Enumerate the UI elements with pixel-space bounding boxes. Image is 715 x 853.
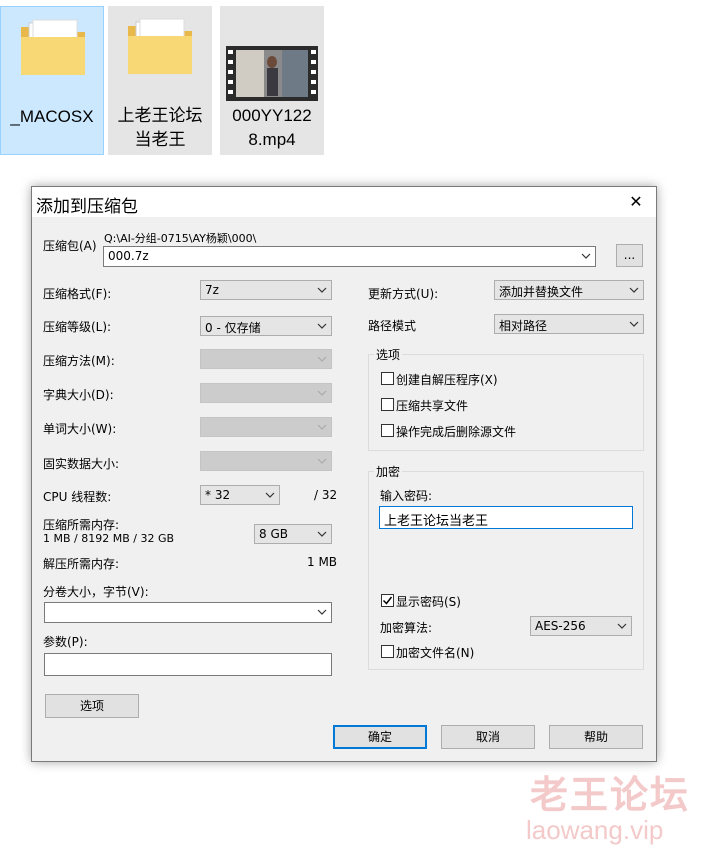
help-button[interactable]: 帮助	[549, 725, 643, 749]
enc-method-select[interactable]: AES-256	[530, 616, 632, 636]
options-group-title: 选项	[374, 346, 403, 363]
mem-compress-detail: 1 MB / 8192 MB / 32 GB	[43, 532, 175, 545]
add-to-archive-dialog: 添加到压缩包 ✕ 压缩包(A) Q:\AI-分组-0715\AY杨颖\000\ …	[31, 186, 657, 762]
format-value: 7z	[205, 283, 219, 297]
chevron-down-icon	[629, 321, 639, 327]
update-value: 添加并替换文件	[499, 285, 584, 299]
shared-checkbox[interactable]	[381, 398, 394, 411]
cpu-select[interactable]: * 32	[200, 485, 280, 505]
dict-label: 字典大小(D):	[43, 388, 114, 402]
file-name: _MACOSX	[10, 107, 94, 126]
video-thumbnail-icon	[226, 46, 318, 101]
mem-select[interactable]: 8 GB	[254, 524, 332, 544]
chevron-down-icon	[317, 609, 327, 615]
browse-button[interactable]: ...	[616, 244, 643, 267]
chevron-down-icon	[317, 458, 327, 464]
mem-value: 8 GB	[259, 527, 288, 541]
delete-label: 操作完成后删除源文件	[396, 425, 517, 439]
encrypt-names-checkbox[interactable]	[381, 645, 394, 658]
encryption-group-title: 加密	[374, 463, 403, 480]
folder-icon	[128, 18, 192, 74]
path-mode-select[interactable]: 相对路径	[494, 314, 644, 334]
password-input[interactable]: 上老王论坛当老王	[379, 506, 633, 529]
cpu-value: * 32	[205, 488, 231, 502]
level-value: 0 - 仅存储	[205, 321, 261, 335]
shared-label: 压缩共享文件	[396, 399, 469, 413]
level-label: 压缩等级(L):	[43, 320, 112, 334]
checkmark-icon	[382, 596, 393, 605]
chevron-down-icon	[317, 287, 327, 293]
dialog-title: 添加到压缩包	[36, 197, 138, 217]
watermark-text: 老王论坛	[530, 773, 691, 817]
cpu-label: CPU 线程数:	[43, 490, 112, 504]
word-select	[200, 417, 332, 437]
word-label: 单词大小(W):	[43, 422, 117, 436]
format-label: 压缩格式(F):	[43, 287, 112, 301]
enc-method-value: AES-256	[535, 619, 586, 633]
file-name: 000YY1228.mp4	[232, 106, 312, 149]
sfx-label: 创建自解压程序(X)	[396, 373, 498, 387]
cancel-button[interactable]: 取消	[441, 725, 535, 749]
level-select[interactable]: 0 - 仅存储	[200, 316, 332, 336]
ok-button[interactable]: 确定	[333, 725, 427, 749]
chevron-down-icon	[617, 623, 627, 629]
chevron-down-icon	[581, 253, 591, 259]
update-label: 更新方式(U):	[368, 287, 439, 301]
archive-path: Q:\AI-分组-0715\AY杨颖\000\	[104, 232, 257, 245]
options-button[interactable]: 选项	[45, 694, 139, 718]
archive-name-combo[interactable]: 000.7z	[103, 246, 596, 267]
show-password-checkbox[interactable]	[381, 594, 394, 607]
chevron-down-icon	[317, 424, 327, 430]
close-button[interactable]: ✕	[616, 187, 656, 217]
volume-label: 分卷大小，字节(V):	[43, 585, 149, 599]
format-select[interactable]: 7z	[200, 280, 332, 300]
mem-compress-label: 压缩所需内存:	[43, 518, 120, 532]
enc-method-label: 加密算法:	[380, 621, 433, 635]
file-folder[interactable]: 上老王论坛当老王	[108, 6, 212, 155]
password-label: 输入密码:	[380, 489, 433, 503]
chevron-down-icon	[265, 492, 275, 498]
method-select	[200, 349, 332, 369]
chevron-down-icon	[317, 323, 327, 329]
sfx-checkbox[interactable]	[381, 372, 394, 385]
update-select[interactable]: 添加并替换文件	[494, 280, 644, 300]
watermark-url: laowang.vip	[526, 815, 664, 845]
solid-select	[200, 451, 332, 471]
delete-checkbox[interactable]	[381, 424, 394, 437]
folder-icon	[21, 19, 85, 75]
show-password-label: 显示密码(S)	[396, 595, 461, 609]
params-label: 参数(P):	[43, 635, 88, 649]
solid-label: 固实数据大小:	[43, 457, 120, 471]
method-label: 压缩方法(M):	[43, 354, 115, 368]
path-mode-label: 路径模式	[368, 319, 417, 333]
chevron-down-icon	[317, 390, 327, 396]
archive-name-value: 000.7z	[108, 249, 149, 263]
archive-label: 压缩包(A)	[43, 239, 97, 253]
chevron-down-icon	[317, 531, 327, 537]
params-input[interactable]	[44, 653, 332, 676]
chevron-down-icon	[629, 287, 639, 293]
encrypt-names-label: 加密文件名(N)	[396, 646, 475, 660]
cpu-max: / 32	[314, 488, 338, 502]
dict-select	[200, 383, 332, 403]
mem-decompress-value: 1 MB	[307, 555, 338, 569]
password-value: 上老王论坛当老王	[384, 514, 489, 529]
file-video[interactable]: 000YY1228.mp4	[220, 6, 324, 155]
path-mode-value: 相对路径	[499, 319, 548, 333]
title-bar: 添加到压缩包 ✕	[32, 187, 656, 217]
chevron-down-icon	[317, 356, 327, 362]
volume-combo[interactable]	[44, 602, 332, 623]
file-name: 上老王论坛当老王	[117, 106, 203, 149]
mem-decompress-label: 解压所需内存:	[43, 557, 120, 571]
file-macosx[interactable]: _MACOSX	[0, 6, 104, 155]
